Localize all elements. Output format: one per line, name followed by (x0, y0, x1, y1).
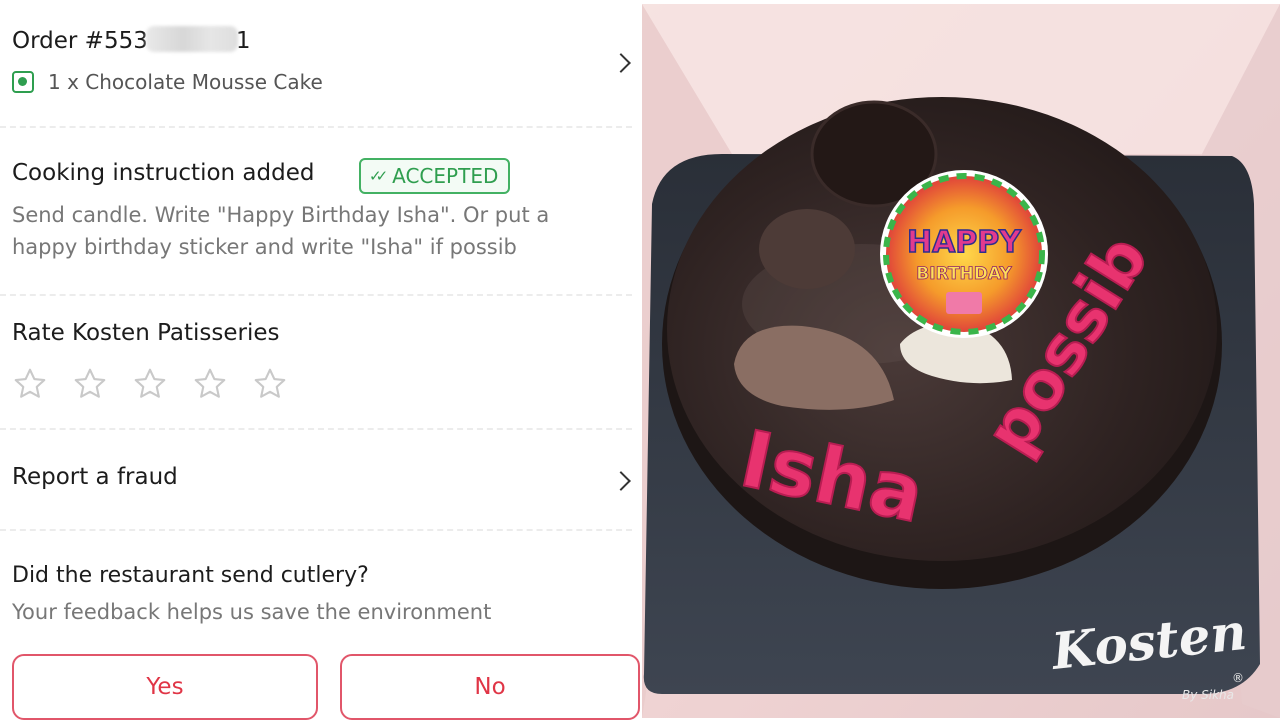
divider (0, 428, 632, 430)
brand-tagline: By Sikha (1182, 688, 1234, 702)
cutlery-yes-button[interactable]: Yes (12, 654, 318, 720)
double-check-icon: ✓✓ (369, 167, 388, 185)
registered-mark: ® (1232, 671, 1244, 685)
accepted-badge-label: ACCEPTED (392, 164, 499, 188)
veg-icon (12, 71, 34, 93)
sticker-cake-icon (946, 292, 982, 314)
cutlery-question: Did the restaurant send cutlery? (12, 563, 369, 588)
chevron-right-icon[interactable] (611, 53, 631, 73)
cooking-instruction-title: Cooking instruction added (12, 160, 315, 186)
order-item: 1 x Chocolate Mousse Cake (48, 70, 323, 94)
redacted-order-digits (145, 26, 238, 52)
divider (0, 126, 632, 128)
sticker-birthday-text: BIRTHDAY (916, 264, 1012, 284)
cake-photo: HAPPY BIRTHDAY Isha possib Kosten By Sik… (642, 4, 1280, 718)
cooking-instruction-text: Send candle. Write "Happy Birthday Isha"… (12, 203, 550, 259)
order-number-suffix: 1 (235, 28, 251, 54)
report-fraud-link[interactable]: Report a fraud (12, 464, 178, 490)
accepted-badge: ✓✓ ACCEPTED (359, 158, 511, 194)
star-icon[interactable] (192, 366, 228, 402)
cutlery-no-button[interactable]: No (340, 654, 640, 720)
order-number-prefix: Order #553 (12, 28, 148, 54)
star-icon[interactable] (252, 366, 288, 402)
star-icon[interactable] (12, 366, 48, 402)
sticker-happy-text: HAPPY (907, 225, 1022, 260)
divider (0, 529, 632, 531)
cake-photo-illustration: HAPPY BIRTHDAY Isha possib Kosten By Sik… (642, 4, 1280, 718)
star-rating[interactable] (12, 366, 288, 402)
order-number: Order #553 1 (12, 26, 250, 54)
chevron-right-icon[interactable] (611, 471, 631, 491)
happy-birthday-sticker: HAPPY BIRTHDAY (880, 170, 1048, 338)
rate-restaurant-title: Rate Kosten Patisseries (12, 320, 280, 346)
cutlery-subtitle: Your feedback helps us save the environm… (12, 600, 492, 624)
order-details-panel: Order #553 1 1 x Chocolate Mousse Cake Co… (0, 0, 640, 720)
star-icon[interactable] (132, 366, 168, 402)
star-icon[interactable] (72, 366, 108, 402)
divider (0, 294, 632, 296)
chocolate-disc (759, 209, 855, 289)
